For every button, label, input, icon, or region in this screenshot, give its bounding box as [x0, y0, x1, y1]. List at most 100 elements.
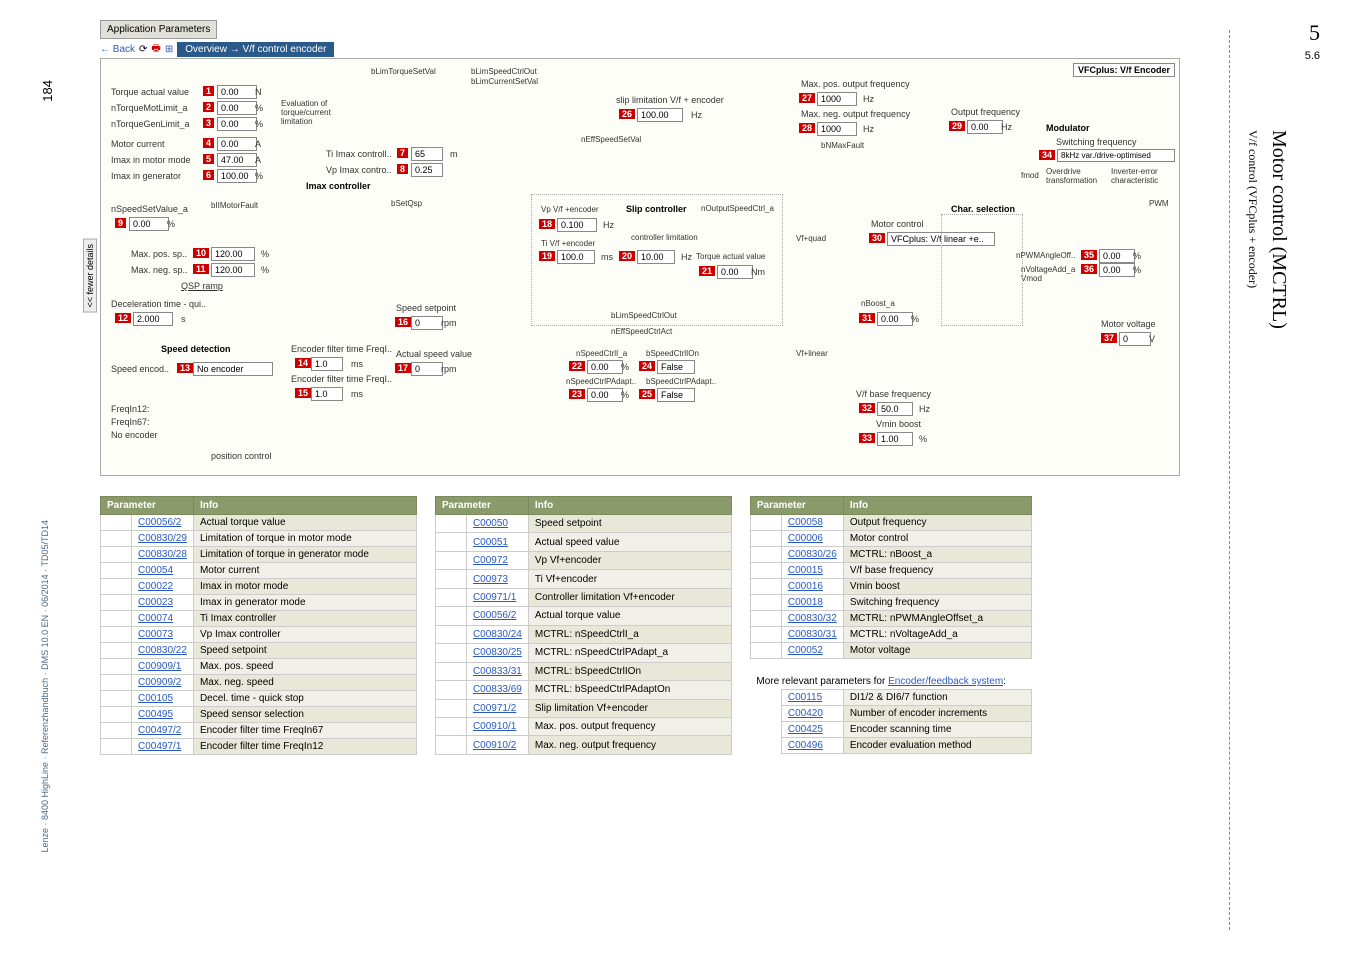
- nav-icon-window[interactable]: ⊞: [165, 44, 173, 55]
- param-link[interactable]: C00006: [788, 533, 823, 544]
- param-link[interactable]: C00833/69: [473, 684, 522, 695]
- param-link[interactable]: C00910/1: [473, 721, 516, 732]
- param-link[interactable]: C00425: [788, 724, 823, 735]
- param-link[interactable]: C00972: [473, 555, 508, 566]
- param-link[interactable]: C00052: [788, 645, 823, 656]
- param-link[interactable]: C00830/28: [138, 549, 187, 560]
- param-link[interactable]: C00056/2: [473, 610, 516, 621]
- val-7[interactable]: 65: [411, 147, 443, 161]
- val-13[interactable]: No encoder: [193, 362, 273, 376]
- val-21[interactable]: 0.00: [717, 265, 753, 279]
- marker-37: 37: [1101, 333, 1117, 343]
- param-link[interactable]: C00830/32: [788, 613, 837, 624]
- val-20[interactable]: 10.00: [637, 250, 675, 264]
- table-row: 3C00830/28Limitation of torque in genera…: [101, 547, 417, 563]
- param-link[interactable]: C00971/2: [473, 703, 516, 714]
- nav-icon-refresh[interactable]: ⟳: [139, 44, 147, 55]
- param-link[interactable]: C00910/2: [473, 740, 516, 751]
- nav-icon-print[interactable]: 🖶: [151, 41, 160, 58]
- info-cell: Speed setpoint: [528, 515, 731, 533]
- speed-setpoint-label: Speed setpoint: [396, 303, 456, 313]
- param-link[interactable]: C00909/1: [138, 661, 181, 672]
- val-3[interactable]: 0.00: [217, 117, 257, 131]
- val-31[interactable]: 0.00: [877, 312, 913, 326]
- table-row: 22C00830/24MCTRL: nSpeedCtrlI_a: [435, 625, 731, 643]
- param-link[interactable]: C00973: [473, 574, 508, 585]
- param-link[interactable]: C00830/31: [788, 629, 837, 640]
- val-23[interactable]: 0.00: [587, 388, 623, 402]
- val-11[interactable]: 120.00: [211, 263, 255, 277]
- row-number: 6: [101, 595, 132, 611]
- val-24[interactable]: False: [657, 360, 695, 374]
- val-26[interactable]: 100.00: [637, 108, 683, 122]
- val-36[interactable]: 0.00: [1099, 263, 1135, 277]
- param-link[interactable]: C00015: [788, 565, 823, 576]
- row-number: 12: [101, 691, 132, 707]
- val-14[interactable]: 1.0: [311, 357, 343, 371]
- param-link[interactable]: C00497/1: [138, 741, 181, 752]
- param-link[interactable]: C00054: [138, 565, 173, 576]
- marker-36: 36: [1081, 264, 1097, 274]
- enc-filter67-label: Encoder filter time FreqI..: [291, 344, 392, 354]
- param-link[interactable]: C00830/22: [138, 645, 187, 656]
- val-29[interactable]: 0.00: [967, 120, 1003, 134]
- param-table-1: Parameter Info 1C00056/2Actual torque va…: [100, 496, 417, 755]
- fewer-details-button[interactable]: << fewer details: [83, 239, 97, 313]
- param-link[interactable]: C00909/2: [138, 677, 181, 688]
- unit-12: s: [181, 314, 186, 324]
- param-link[interactable]: C00497/2: [138, 725, 181, 736]
- param-link[interactable]: C00074: [138, 613, 173, 624]
- param-link[interactable]: C00830/26: [788, 549, 837, 560]
- val-17[interactable]: 0: [411, 362, 443, 376]
- val-12[interactable]: 2.000: [133, 312, 173, 326]
- param-link[interactable]: C00830/25: [473, 647, 522, 658]
- val-32[interactable]: 50.0: [877, 402, 913, 416]
- val-9[interactable]: 0.00: [129, 217, 169, 231]
- param-link[interactable]: C00830/24: [473, 629, 522, 640]
- val-10[interactable]: 120.00: [211, 247, 255, 261]
- val-37[interactable]: 0: [1119, 332, 1151, 346]
- val-27[interactable]: 1000: [817, 92, 857, 106]
- param-link[interactable]: C00056/2: [138, 517, 181, 528]
- val-15[interactable]: 1.0: [311, 387, 343, 401]
- param-link[interactable]: C00496: [788, 740, 823, 751]
- val-22[interactable]: 0.00: [587, 360, 623, 374]
- app-tab[interactable]: Application Parameters: [100, 20, 217, 39]
- val-25[interactable]: False: [657, 388, 695, 402]
- param-link[interactable]: C00050: [473, 518, 508, 529]
- val-34[interactable]: 8kHz var./drive-optimised: [1057, 149, 1175, 162]
- param-link[interactable]: C00830/29: [138, 533, 187, 544]
- val-6[interactable]: 100.00: [217, 169, 257, 183]
- param-link[interactable]: C00495: [138, 709, 173, 720]
- marker-9: 9: [115, 218, 126, 228]
- param-link[interactable]: C00420: [788, 708, 823, 719]
- val-33[interactable]: 1.00: [877, 432, 913, 446]
- table-row: 7C00074Ti Imax controller: [101, 611, 417, 627]
- param-link[interactable]: C00016: [788, 581, 823, 592]
- more-relevant-link[interactable]: Encoder/feedback system: [888, 676, 1003, 687]
- param-link[interactable]: C00018: [788, 597, 823, 608]
- info-cell: Ti Imax controller: [193, 611, 416, 627]
- param-link[interactable]: C00073: [138, 629, 173, 640]
- val-16[interactable]: 0: [411, 316, 443, 330]
- val-8[interactable]: 0.25: [411, 163, 443, 177]
- param-link[interactable]: C00023: [138, 597, 173, 608]
- val-18[interactable]: 0.100: [557, 218, 597, 232]
- t1-h-info: Info: [193, 497, 416, 515]
- param-link[interactable]: C00833/31: [473, 666, 522, 677]
- val-19[interactable]: 100.0: [557, 250, 595, 264]
- val-4[interactable]: 0.00: [217, 137, 257, 151]
- param-link[interactable]: C00971/1: [473, 592, 516, 603]
- val-35[interactable]: 0.00: [1099, 249, 1135, 263]
- param-link[interactable]: C00051: [473, 537, 508, 548]
- val-28[interactable]: 1000: [817, 122, 857, 136]
- val-2[interactable]: 0.00: [217, 101, 257, 115]
- qsp-label: QSP ramp: [181, 281, 223, 291]
- val-5[interactable]: 47.00: [217, 153, 257, 167]
- val-1[interactable]: 0.00: [217, 85, 257, 99]
- param-link[interactable]: C00105: [138, 693, 173, 704]
- param-link[interactable]: C00022: [138, 581, 173, 592]
- param-link[interactable]: C00058: [788, 517, 823, 528]
- param-link[interactable]: C00115: [788, 692, 822, 703]
- back-button[interactable]: ← Back: [100, 44, 135, 55]
